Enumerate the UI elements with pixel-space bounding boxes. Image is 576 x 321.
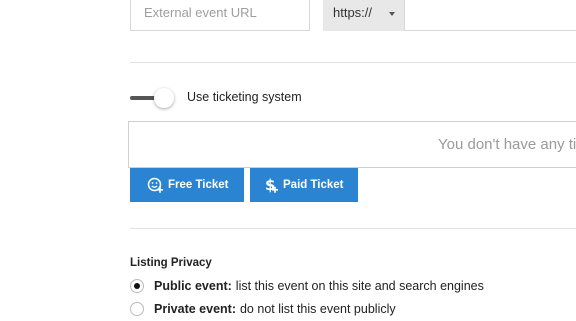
paid-ticket-label: Paid Ticket bbox=[283, 179, 344, 191]
smiley-plus-icon bbox=[147, 177, 163, 193]
svg-text:$: $ bbox=[265, 176, 275, 194]
paid-ticket-button[interactable]: $ Paid Ticket bbox=[250, 168, 358, 202]
free-ticket-button[interactable]: Free Ticket bbox=[130, 168, 244, 202]
private-event-description: do not list this event publicly bbox=[239, 302, 396, 316]
external-event-url-input[interactable]: External event URL bbox=[130, 0, 310, 31]
listing-privacy-title: Listing Privacy bbox=[130, 257, 212, 269]
protocol-select-value: https:// bbox=[333, 5, 373, 20]
free-ticket-label: Free Ticket bbox=[168, 179, 229, 191]
private-event-option[interactable]: Private event: do not list this event pu… bbox=[130, 302, 396, 316]
ticketing-toggle-label: Use ticketing system bbox=[187, 90, 302, 104]
caret-down-icon bbox=[389, 12, 395, 16]
protocol-select[interactable]: https:// bbox=[323, 0, 405, 31]
public-event-radio[interactable] bbox=[130, 279, 144, 293]
private-event-label: Private event: bbox=[154, 302, 236, 316]
private-event-radio[interactable] bbox=[130, 302, 144, 316]
public-event-option[interactable]: Public event: list this event on this si… bbox=[130, 279, 484, 293]
tickets-list: You don't have any tickets bbox=[128, 121, 576, 168]
divider bbox=[130, 228, 576, 229]
public-event-label: Public event: bbox=[154, 279, 232, 293]
toggle-knob[interactable] bbox=[154, 88, 174, 108]
public-event-description: list this event on this site and search … bbox=[235, 279, 484, 293]
url-input[interactable] bbox=[405, 0, 576, 31]
dollar-plus-icon: $ bbox=[265, 176, 278, 194]
divider bbox=[130, 62, 576, 63]
tickets-empty-message: You don't have any tickets bbox=[438, 136, 576, 153]
